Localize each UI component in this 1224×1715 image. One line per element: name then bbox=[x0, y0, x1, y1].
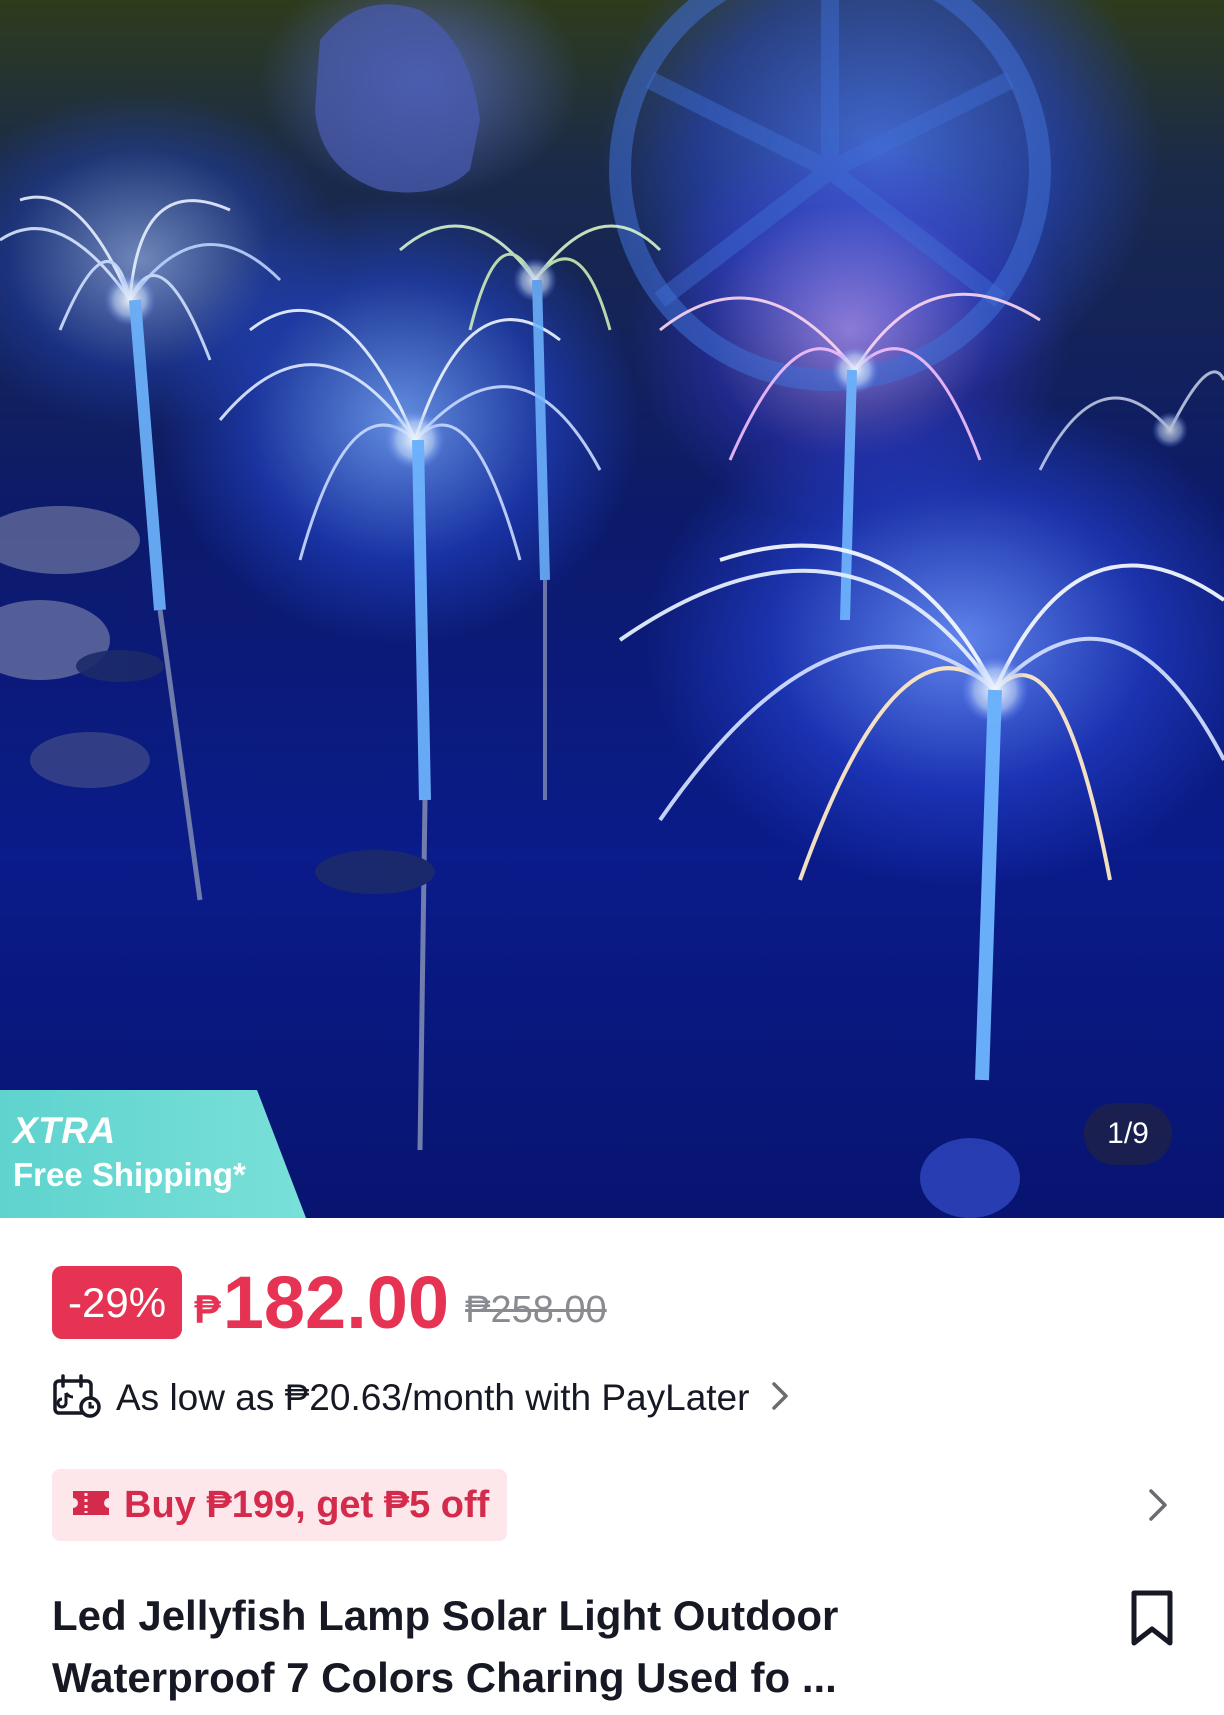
product-photo bbox=[0, 0, 1224, 1218]
promo-voucher-chip[interactable]: Buy ₱199, get ₱5 off bbox=[52, 1469, 508, 1541]
paylater-calendar-icon bbox=[52, 1373, 102, 1423]
chevron-right-icon bbox=[771, 1381, 789, 1416]
paylater-text: As low as ₱20.63/month with PayLater bbox=[116, 1377, 750, 1418]
original-price: ₱258.00 bbox=[465, 1288, 607, 1331]
xtra-label: XTRA bbox=[13, 1110, 116, 1151]
free-shipping-label: Free Shipping* bbox=[13, 1156, 246, 1193]
current-price: 182.00 bbox=[222, 1260, 450, 1344]
product-title: Led Jellyfish Lamp Solar Light Outdoor W… bbox=[52, 1592, 839, 1701]
discount-badge: -29% bbox=[52, 1265, 183, 1339]
paylater-row[interactable]: As low as ₱20.63/month with PayLater bbox=[52, 1372, 789, 1424]
price-row: -29% ₱ 182.00 ₱258.00 bbox=[52, 1261, 607, 1344]
promo-text: Buy ₱199, get ₱5 off bbox=[124, 1483, 490, 1526]
product-image-carousel[interactable]: XTRA Free Shipping* 1/9 bbox=[0, 0, 1224, 1218]
coupon-ticket-icon bbox=[70, 1487, 112, 1524]
bookmark-icon[interactable] bbox=[1128, 1589, 1176, 1652]
promo-chevron-right-icon[interactable] bbox=[1148, 1488, 1168, 1527]
currency-symbol: ₱ bbox=[194, 1287, 221, 1332]
image-counter: 1/9 bbox=[1084, 1103, 1172, 1165]
